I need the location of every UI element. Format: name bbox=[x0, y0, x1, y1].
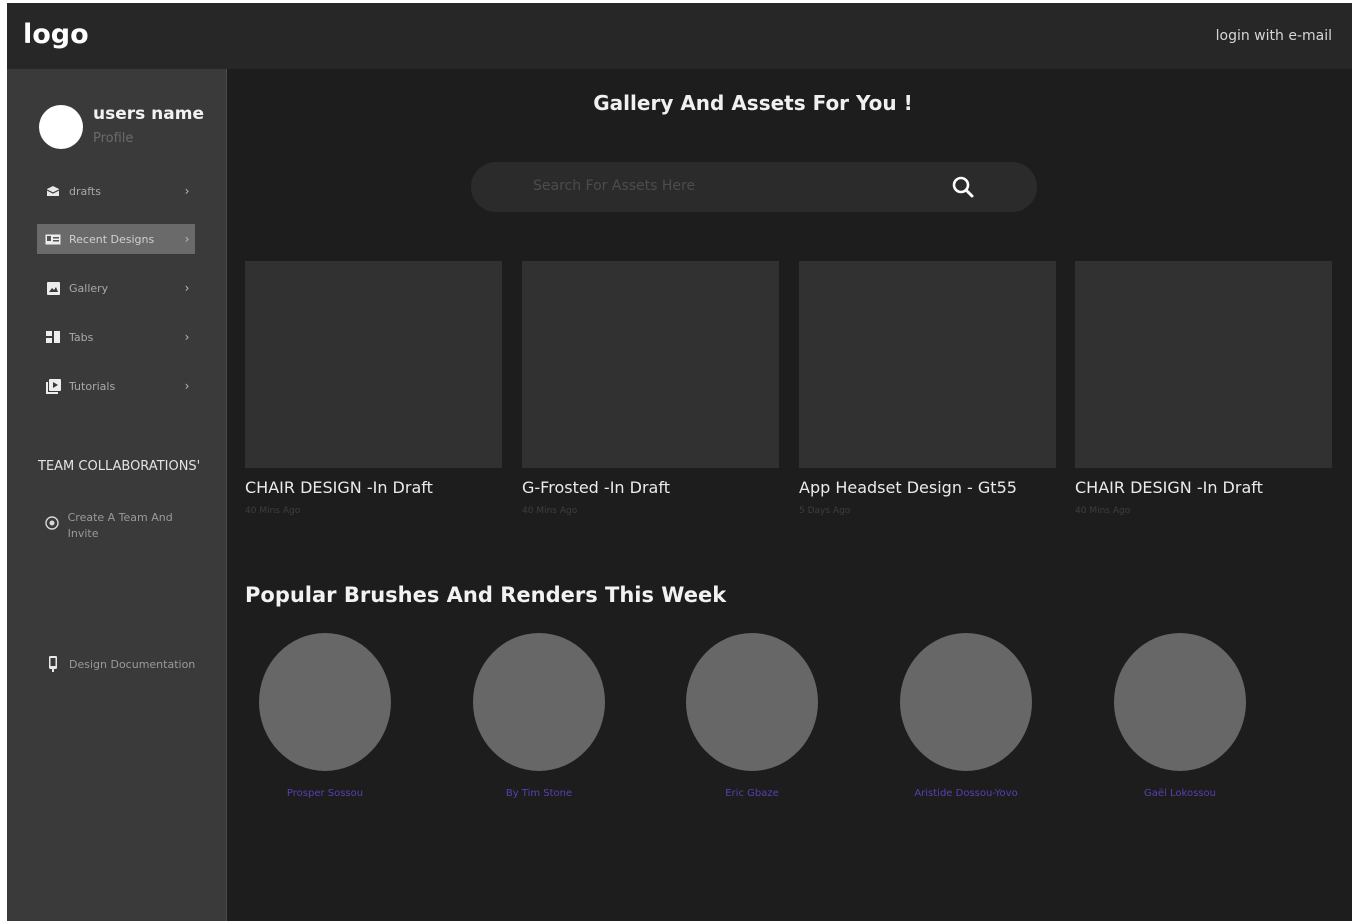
video-library-icon bbox=[45, 378, 61, 394]
sidebar-item-tutorials[interactable]: Tutorials › bbox=[37, 371, 195, 401]
artist-name[interactable]: By Tim Stone bbox=[449, 788, 629, 799]
card-timestamp: 5 Days Ago bbox=[799, 506, 851, 516]
artist-avatar[interactable] bbox=[686, 633, 818, 771]
popular-section-heading: Popular Brushes And Renders This Week bbox=[245, 583, 727, 607]
artist-name[interactable]: Gaël Lokossou bbox=[1090, 788, 1270, 799]
team-collaborations-heading: TEAM COLLABORATIONS' bbox=[38, 459, 201, 474]
card-timestamp: 40 Mins Ago bbox=[245, 506, 301, 516]
search-bar[interactable]: Search For Assets Here bbox=[471, 162, 1037, 212]
card-title: App Headset Design - Gt55 bbox=[799, 478, 1017, 497]
chevron-right-icon: › bbox=[184, 184, 190, 198]
chevron-right-icon: › bbox=[184, 232, 190, 246]
card-title: CHAIR DESIGN -In Draft bbox=[1075, 478, 1263, 497]
artist-name[interactable]: Aristide Dossou-Yovo bbox=[876, 788, 1056, 799]
design-card[interactable]: App Headset Design - Gt55 5 Days Ago bbox=[799, 261, 1056, 516]
phone-icon bbox=[45, 656, 61, 672]
app-window: logo login with e-mail users name Profil… bbox=[7, 3, 1352, 921]
design-documentation-label: Design Documentation bbox=[69, 657, 196, 671]
login-email-link[interactable]: login with e-mail bbox=[1216, 28, 1332, 44]
sidebar-item-recent-designs[interactable]: Recent Designs › bbox=[37, 224, 195, 254]
id-card-icon bbox=[45, 232, 61, 246]
design-card[interactable]: CHAIR DESIGN -In Draft 40 Mins Ago bbox=[1075, 261, 1332, 516]
inbox-icon bbox=[45, 184, 61, 198]
artist-name[interactable]: Prosper Sossou bbox=[235, 788, 415, 799]
sidebar-item-gallery[interactable]: Gallery › bbox=[37, 273, 195, 303]
chevron-right-icon: › bbox=[184, 330, 190, 344]
artist-avatar[interactable] bbox=[259, 633, 391, 771]
sidebar-item-label: Tutorials bbox=[69, 379, 116, 393]
design-card[interactable]: G-Frosted -In Draft 40 Mins Ago bbox=[522, 261, 779, 516]
page-title: Gallery And Assets For You ! bbox=[593, 91, 913, 115]
logo[interactable]: logo bbox=[23, 19, 89, 50]
card-thumbnail[interactable] bbox=[522, 261, 779, 468]
artist-avatar[interactable] bbox=[1114, 633, 1246, 771]
artist-avatar[interactable] bbox=[473, 633, 605, 771]
artist-avatar[interactable] bbox=[900, 633, 1032, 771]
artist-item[interactable]: Eric Gbaze bbox=[662, 633, 842, 799]
artist-item[interactable]: Gaël Lokossou bbox=[1090, 633, 1270, 799]
sidebar-item-label: Tabs bbox=[69, 330, 94, 344]
card-timestamp: 40 Mins Ago bbox=[1075, 506, 1131, 516]
add-circle-icon bbox=[45, 516, 60, 530]
search-input[interactable]: Search For Assets Here bbox=[533, 178, 695, 194]
artist-item[interactable]: Aristide Dossou-Yovo bbox=[876, 633, 1056, 799]
create-team-link[interactable]: Create A Team And Invite bbox=[45, 510, 195, 542]
artist-name[interactable]: Eric Gbaze bbox=[662, 788, 842, 799]
chevron-right-icon: › bbox=[184, 379, 190, 393]
card-thumbnail[interactable] bbox=[1075, 261, 1332, 468]
design-card[interactable]: CHAIR DESIGN -In Draft 40 Mins Ago bbox=[245, 261, 502, 516]
sidebar-item-label: drafts bbox=[69, 184, 101, 198]
sidebar: users name Profile drafts › Recent Desig… bbox=[7, 69, 227, 921]
tabs-icon bbox=[45, 330, 61, 344]
artist-item[interactable]: Prosper Sossou bbox=[235, 633, 415, 799]
top-bar: logo login with e-mail bbox=[7, 3, 1352, 69]
card-title: CHAIR DESIGN -In Draft bbox=[245, 478, 433, 497]
sidebar-item-label: Recent Designs bbox=[69, 232, 155, 246]
avatar[interactable] bbox=[39, 105, 83, 149]
card-timestamp: 40 Mins Ago bbox=[522, 506, 578, 516]
create-team-label: Create A Team And Invite bbox=[67, 511, 173, 540]
search-icon[interactable] bbox=[951, 175, 975, 203]
chevron-right-icon: › bbox=[184, 281, 190, 295]
card-thumbnail[interactable] bbox=[799, 261, 1056, 468]
image-icon bbox=[45, 281, 61, 295]
sidebar-item-label: Gallery bbox=[69, 281, 109, 295]
card-thumbnail[interactable] bbox=[245, 261, 502, 468]
design-documentation-link[interactable]: Design Documentation bbox=[45, 656, 215, 672]
sidebar-item-drafts[interactable]: drafts › bbox=[37, 176, 195, 206]
card-title: G-Frosted -In Draft bbox=[522, 478, 670, 497]
artist-item[interactable]: By Tim Stone bbox=[449, 633, 629, 799]
profile-link[interactable]: Profile bbox=[93, 131, 133, 146]
user-name: users name bbox=[93, 104, 204, 124]
sidebar-item-tabs[interactable]: Tabs › bbox=[37, 322, 195, 352]
